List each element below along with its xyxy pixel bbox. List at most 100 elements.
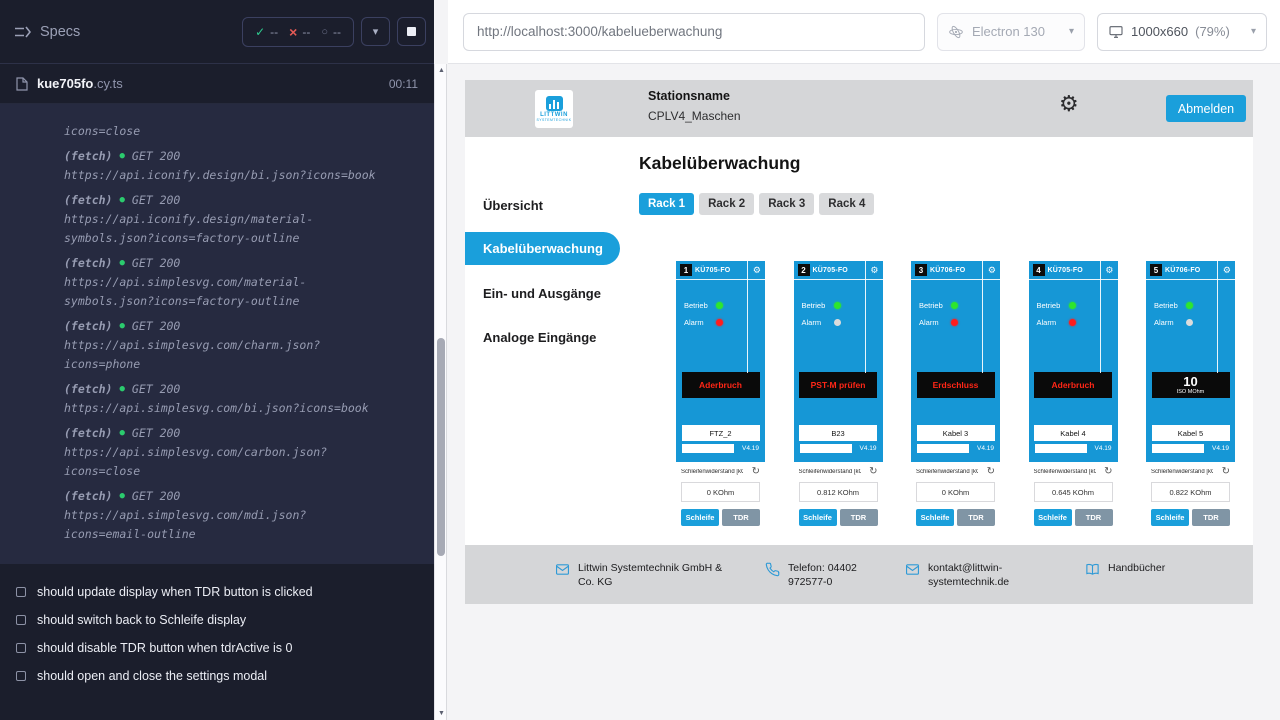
fetch-log-entry[interactable]: (fetch) ● GET 200 https://api.iconify.de… <box>64 147 418 185</box>
refresh-icon[interactable]: ↻ <box>1222 467 1230 477</box>
cable-name-field[interactable]: Kabel 4 <box>1034 425 1112 441</box>
resistance-row: Schleifenwiderstand [kOhm] ↻ <box>681 467 760 477</box>
betrieb-label: Betrieb <box>919 301 951 310</box>
schleife-button[interactable]: Schleife <box>916 509 954 526</box>
card-settings-gear-icon[interactable]: ⚙ <box>1105 266 1113 275</box>
cable-name-field[interactable]: FTZ_2 <box>682 425 760 441</box>
footer-contact-item[interactable]: Littwin Systemtechnik GmbH & Co. KG <box>555 561 736 589</box>
fetch-log-entry[interactable]: (fetch) ● GET 200 https://api.simplesvg.… <box>64 424 418 481</box>
rack-tab[interactable]: Rack 3 <box>759 193 814 215</box>
tdr-button[interactable]: TDR <box>840 509 878 526</box>
test-list: should update display when TDR button is… <box>0 564 434 690</box>
measurement-panel: Schleifenwiderstand [kOhm] ↻ 0.812 KOhm … <box>794 462 883 541</box>
test-item[interactable]: should disable TDR button when tdrActive… <box>16 634 418 662</box>
fetch-log-entry[interactable]: (fetch) ● GET 200 https://api.simplesvg.… <box>64 487 418 544</box>
fetch-log-entry[interactable]: icons=close <box>64 122 418 141</box>
refresh-icon[interactable]: ↻ <box>987 467 995 477</box>
refresh-icon[interactable]: ↻ <box>1104 467 1112 477</box>
card-settings-gear-icon[interactable]: ⚙ <box>988 266 996 275</box>
footer-contact-item[interactable]: Telefon: 04402 972577-0 <box>765 561 888 589</box>
url-bar[interactable]: http://localhost:3000/kabelueberwachung <box>463 13 925 51</box>
fetch-log-head: (fetch) ● GET 200 <box>64 380 418 399</box>
cable-name-field[interactable]: Kabel 5 <box>1152 425 1230 441</box>
cable-name-field[interactable]: B23 <box>799 425 877 441</box>
logo-subtitle: SYSTEMTECHNIK <box>537 119 572 123</box>
scrollbar-thumb[interactable] <box>437 338 445 556</box>
test-item[interactable]: should switch back to Schleife display <box>16 606 418 634</box>
resistance-row: Schleifenwiderstand [kOhm] ↻ <box>1034 467 1113 477</box>
specs-button[interactable]: Specs <box>14 24 80 40</box>
schleife-button[interactable]: Schleife <box>1151 509 1189 526</box>
request-url: https://api.simplesvg.com/material-symbo… <box>64 273 382 311</box>
status-dot-icon: ● <box>119 254 124 273</box>
rack-tab[interactable]: Rack 1 <box>639 193 694 215</box>
aut-frame: LITTWIN SYSTEMTECHNIK Stationsname CPLV4… <box>465 80 1253 604</box>
refresh-icon[interactable]: ↻ <box>869 467 877 477</box>
card-settings-gear-icon[interactable]: ⚙ <box>870 266 878 275</box>
footer-contact-item[interactable]: Handbücher <box>1085 561 1165 581</box>
aut-preview-area: LITTWIN SYSTEMTECHNIK Stationsname CPLV4… <box>448 64 1280 720</box>
refresh-icon[interactable]: ↻ <box>752 467 760 477</box>
footer-contact-text: Handbücher <box>1108 561 1165 575</box>
sidebar-item[interactable]: Kabelüberwachung <box>465 232 620 265</box>
tdr-button[interactable]: TDR <box>722 509 760 526</box>
scroll-up-icon[interactable]: ▲ <box>435 67 448 74</box>
stop-tests-button[interactable] <box>397 17 426 46</box>
chevron-down-icon: ▾ <box>1251 26 1256 37</box>
sidebar-item[interactable]: Analoge Eingänge <box>465 315 635 359</box>
spec-file-icon <box>16 77 28 91</box>
fetch-log-entry[interactable]: (fetch) ● GET 200 https://api.simplesvg.… <box>64 254 418 311</box>
tdr-button[interactable]: TDR <box>957 509 995 526</box>
fetch-log-entry[interactable]: (fetch) ● GET 200 https://api.simplesvg.… <box>64 380 418 418</box>
spec-timer: 00:11 <box>389 77 418 91</box>
reporter-scrollbar[interactable]: ▲ ▼ <box>434 64 447 720</box>
measurement-panel: Schleifenwiderstand [kOhm] ↻ 0 KOhm Schl… <box>911 462 1000 541</box>
schleife-button[interactable]: Schleife <box>799 509 837 526</box>
viewport-size: 1000x660 <box>1131 24 1188 39</box>
fetch-log-head: (fetch) ● GET 200 <box>64 317 418 336</box>
tdr-button[interactable]: TDR <box>1192 509 1230 526</box>
app-body: Übersicht Kabelüberwachung Ein- und Ausg… <box>465 137 1253 545</box>
rack-tab[interactable]: Rack 2 <box>699 193 754 215</box>
mode-buttons: Schleife TDR <box>799 509 878 526</box>
status-unit: ISO MOhm <box>1177 389 1205 396</box>
fetch-log-head: (fetch) ● GET 200 <box>64 487 418 506</box>
fetch-log-entry[interactable]: (fetch) ● GET 200 https://api.simplesvg.… <box>64 317 418 374</box>
sidebar-item[interactable]: Übersicht <box>465 183 635 227</box>
fetch-label: (fetch) <box>64 487 112 506</box>
browser-pane: http://localhost:3000/kabelueberwachung … <box>448 0 1280 720</box>
request-url: https://api.iconify.design/bi.json?icons… <box>64 166 382 185</box>
version-row: V4.19 <box>676 441 765 453</box>
logout-button[interactable]: Abmelden <box>1166 95 1246 122</box>
card-settings-gear-icon[interactable]: ⚙ <box>1223 266 1231 275</box>
scroll-down-icon[interactable]: ▼ <box>435 710 448 717</box>
tdr-button[interactable]: TDR <box>1075 509 1113 526</box>
schleife-button[interactable]: Schleife <box>1034 509 1072 526</box>
version-input <box>682 444 734 453</box>
alarm-row: Alarm <box>919 318 1000 327</box>
alarm-label: Alarm <box>1037 318 1069 327</box>
footer-contact-item[interactable]: kontakt@littwin-systemtechnik.de <box>905 561 1023 589</box>
viewport-select[interactable]: 1000x660 (79%) ▾ <box>1097 13 1267 51</box>
spec-file-row[interactable]: kue705fo.cy.ts 00:11 <box>0 64 434 104</box>
alarm-led-icon <box>834 319 841 326</box>
test-item[interactable]: should open and close the settings modal <box>16 662 418 690</box>
cable-name-field[interactable]: Kabel 3 <box>917 425 995 441</box>
rack-tab[interactable]: Rack 4 <box>819 193 874 215</box>
electron-icon <box>948 24 964 40</box>
sidebar-item[interactable]: Ein- und Ausgänge <box>465 271 635 315</box>
schleife-button[interactable]: Schleife <box>681 509 719 526</box>
alarm-led-icon <box>716 319 723 326</box>
card-settings-gear-icon[interactable]: ⚙ <box>753 266 761 275</box>
betrieb-led-icon <box>716 302 723 309</box>
station-name: CPLV4_Maschen <box>648 109 741 123</box>
fetch-log-entry[interactable]: (fetch) ● GET 200 https://api.iconify.de… <box>64 191 418 248</box>
test-item[interactable]: should update display when TDR button is… <box>16 578 418 606</box>
browser-select[interactable]: Electron 130 ▾ <box>937 13 1085 51</box>
browser-toolbar: http://localhost:3000/kabelueberwachung … <box>448 0 1280 64</box>
footer-contact-text: kontakt@littwin-systemtechnik.de <box>928 561 1023 589</box>
collapse-reporter-button[interactable]: ▾ <box>361 17 390 46</box>
settings-gear-icon[interactable]: ⚙ <box>1059 93 1079 115</box>
request-url: icons=close <box>64 122 382 141</box>
alarm-row: Alarm <box>684 318 765 327</box>
